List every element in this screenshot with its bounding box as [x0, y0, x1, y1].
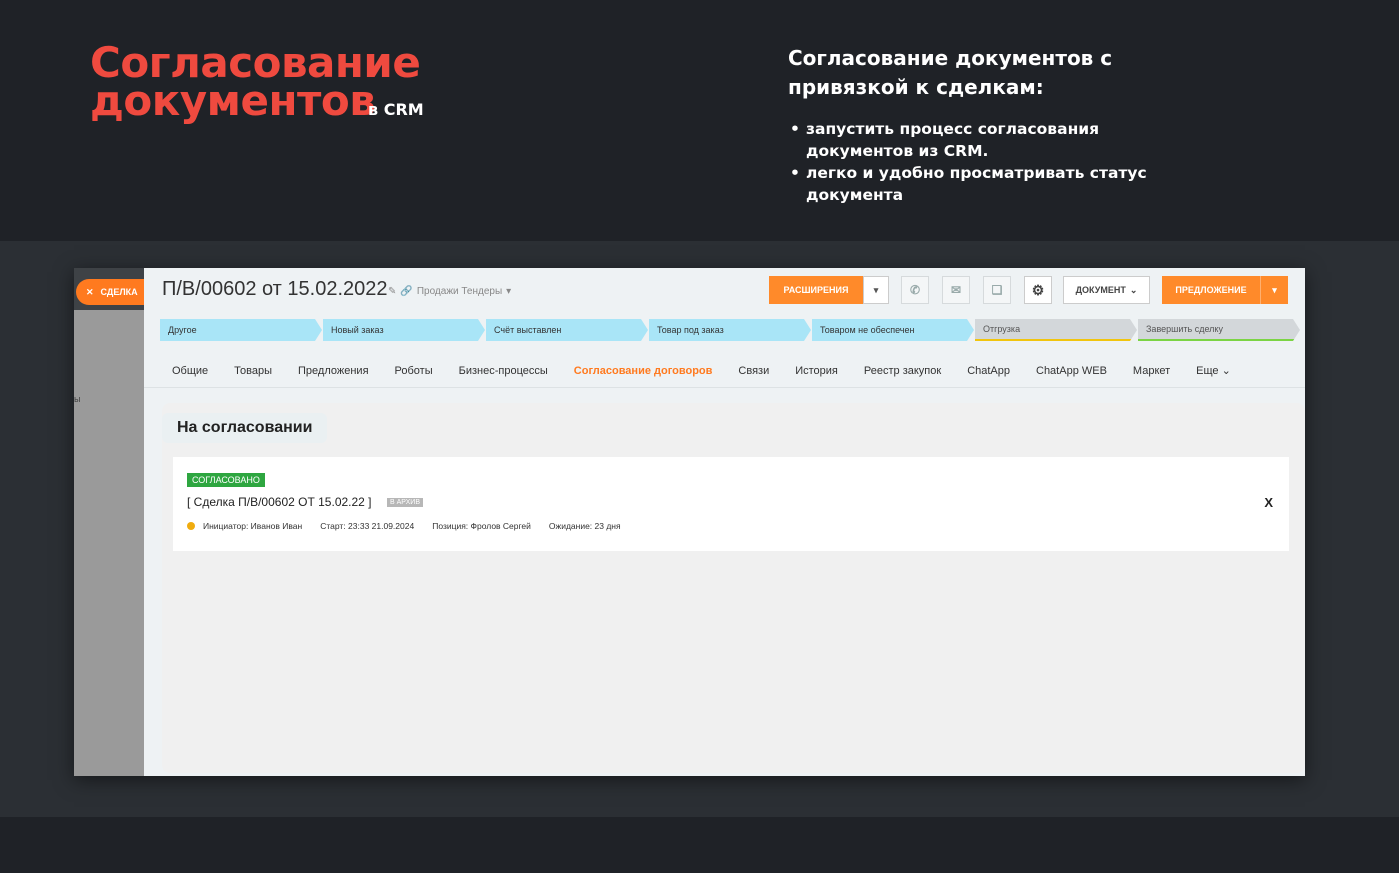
- edit-pencil-icon[interactable]: ✎: [388, 286, 396, 297]
- hero-subtitle: в CRM: [368, 100, 424, 119]
- tab-products[interactable]: Товары: [234, 365, 272, 377]
- pipeline-stage[interactable]: Отгрузка: [975, 319, 1137, 341]
- chat-button[interactable]: ❏: [983, 276, 1011, 304]
- document-title[interactable]: [ Сделка П/В/00602 ОТ 15.02.22 ]: [187, 495, 372, 509]
- tab-business-processes[interactable]: Бизнес-процессы: [459, 365, 548, 377]
- initiator: Инициатор: Иванов Иван: [203, 521, 303, 531]
- extensions-dropdown-button[interactable]: ▾: [863, 276, 889, 304]
- tab-offers[interactable]: Предложения: [298, 365, 369, 377]
- pipeline-stage[interactable]: Счёт выставлен: [486, 319, 648, 341]
- intro-bullet: легко и удобно просматривать статус доку…: [788, 162, 1168, 206]
- intro-bullet: запустить процесс согласования документо…: [788, 118, 1168, 162]
- tab-purchase-registry[interactable]: Реестр закупок: [864, 365, 941, 377]
- crm-window: ы ✕ СДЕЛКА П/В/00602 от 15.02.2022 ✎ 🔗 П…: [74, 268, 1305, 776]
- document-label: ДОКУМЕНТ: [1075, 285, 1126, 295]
- deal-tabs: Общие Товары Предложения Роботы Бизнес-п…: [144, 354, 1305, 388]
- sidebar-stray-text: ы: [74, 394, 81, 404]
- status-badge: СОГЛАСОВАНО: [187, 473, 265, 487]
- intro-bullets: запустить процесс согласования документо…: [788, 118, 1168, 206]
- position: Позиция: Фролов Сергей: [432, 521, 531, 531]
- deal-header: П/В/00602 от 15.02.2022 ✎ 🔗 Продажи Тенд…: [144, 268, 1305, 314]
- remove-button[interactable]: X: [1264, 495, 1273, 510]
- tab-robots[interactable]: Роботы: [395, 365, 433, 377]
- tab-history[interactable]: История: [795, 365, 838, 377]
- tab-market[interactable]: Маркет: [1133, 365, 1170, 377]
- tab-chatapp[interactable]: ChatApp: [967, 365, 1010, 377]
- mail-button[interactable]: ✉: [942, 276, 970, 304]
- approval-panel: На согласовании СОГЛАСОВАНО [ Сделка П/В…: [162, 403, 1305, 773]
- close-deal-label: СДЕЛКА: [100, 287, 138, 297]
- tab-more-label: Еще: [1196, 365, 1219, 377]
- settings-button[interactable]: ⚙: [1024, 276, 1052, 304]
- deal-title: П/В/00602 от 15.02.2022: [162, 278, 388, 300]
- tab-links[interactable]: Связи: [738, 365, 769, 377]
- offer-dropdown-button[interactable]: ▾: [1260, 276, 1288, 304]
- caret-down-icon: ▾: [1272, 284, 1277, 295]
- approval-meta: Инициатор: Иванов Иван Старт: 23:33 21.0…: [187, 521, 639, 531]
- gear-icon: ⚙: [1031, 281, 1045, 298]
- document-button[interactable]: ДОКУМЕНТ ⌄: [1063, 276, 1150, 304]
- intro-block: Согласование документов с привязкой к сд…: [788, 44, 1168, 206]
- tab-chatapp-web[interactable]: ChatApp WEB: [1036, 365, 1107, 377]
- chevron-down-icon[interactable]: ▾: [506, 286, 511, 297]
- deal-pipeline: Другое Новый заказ Счёт выставлен Товар …: [160, 319, 1301, 341]
- tab-contract-approval[interactable]: Согласование договоров: [574, 365, 713, 377]
- pipeline-stage[interactable]: Товар под заказ: [649, 319, 811, 341]
- chevron-down-icon: ⌄: [1221, 365, 1231, 377]
- archive-button[interactable]: В АРХИВ: [387, 498, 424, 507]
- chevron-down-icon: ⌄: [1129, 284, 1138, 295]
- panel-heading: На согласовании: [162, 413, 328, 443]
- status-dot-icon: [187, 522, 195, 530]
- deal-meta: ✎ 🔗 Продажи Тендеры ▾: [388, 286, 511, 297]
- deal-category[interactable]: Продажи Тендеры: [417, 286, 502, 297]
- intro-heading: Согласование документов с привязкой к сд…: [788, 46, 1113, 99]
- extensions-button[interactable]: РАСШИРЕНИЯ: [769, 276, 863, 304]
- chat-icon: ❏: [991, 283, 1003, 297]
- tab-general[interactable]: Общие: [172, 365, 208, 377]
- caret-down-icon: ▾: [873, 284, 879, 295]
- sidebar-overlay: ы: [74, 268, 144, 776]
- mail-icon: ✉: [950, 283, 962, 297]
- start-time: Старт: 23:33 21.09.2024: [320, 521, 415, 531]
- offer-button[interactable]: ПРЕДЛОЖЕНИЕ: [1162, 276, 1260, 304]
- waiting-time: Ожидание: 23 дня: [548, 521, 621, 531]
- pipeline-stage[interactable]: Товаром не обеспечен: [812, 319, 974, 341]
- deal-card: П/В/00602 от 15.02.2022 ✎ 🔗 Продажи Тенд…: [144, 268, 1305, 776]
- pipeline-stage-finish[interactable]: Завершить сделку: [1138, 319, 1300, 341]
- phone-icon: ✆: [909, 283, 921, 297]
- link-icon[interactable]: 🔗: [400, 286, 412, 297]
- close-icon: ✕: [86, 286, 94, 297]
- call-button[interactable]: ✆: [901, 276, 929, 304]
- close-deal-tab[interactable]: ✕ СДЕЛКА: [76, 279, 144, 305]
- tab-more[interactable]: Еще ⌄: [1196, 364, 1231, 377]
- pipeline-stage[interactable]: Новый заказ: [323, 319, 485, 341]
- approval-item[interactable]: СОГЛАСОВАНО [ Сделка П/В/00602 ОТ 15.02.…: [173, 457, 1289, 551]
- pipeline-stage[interactable]: Другое: [160, 319, 322, 341]
